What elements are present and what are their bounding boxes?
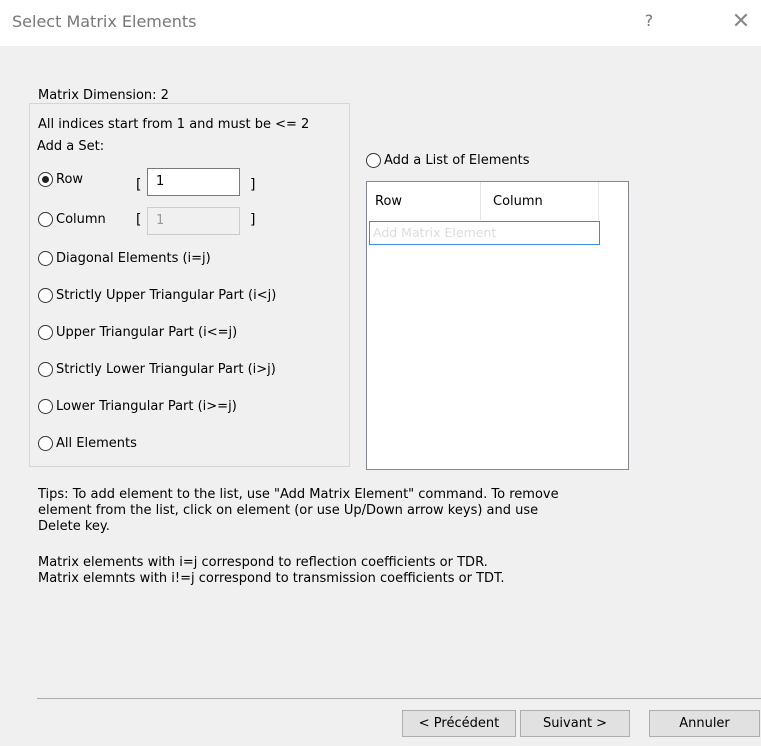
radio-strictly-lower-indicator [38,362,53,377]
tips-text: Tips: To add element to the list, use "A… [38,487,678,535]
window-title: Select Matrix Elements [12,12,197,31]
radio-lower[interactable]: Lower Triangular Part (i>=j) [38,399,237,414]
radio-diagonal[interactable]: Diagonal Elements (i=j) [38,251,211,266]
footer-divider [37,698,761,699]
back-button[interactable]: < Précédent [402,710,516,737]
add-matrix-element-row[interactable]: Add Matrix Element [369,221,600,245]
radio-lower-indicator [38,399,53,414]
radio-column-label: Column [56,212,106,227]
next-button[interactable]: Suivant > [520,710,630,737]
radio-row-indicator [38,172,53,187]
column-divider [480,182,481,220]
radio-upper[interactable]: Upper Triangular Part (i<=j) [38,325,237,340]
column-index-field[interactable]: 1 [147,207,240,235]
radio-add-list-indicator [366,153,381,168]
column-bracket-open: [ [136,212,142,228]
tips-line-3: Delete key. [38,519,110,534]
info-line-1: Matrix elements with i=j correspond to r… [38,555,488,570]
elements-list[interactable]: Row Column Add Matrix Element [366,181,629,470]
tips-line-2: element from the list, click on element … [38,503,539,518]
column-header-row[interactable]: Row [375,194,402,209]
row-bracket-close: ] [250,177,256,193]
radio-all-elements[interactable]: All Elements [38,436,137,451]
column-divider-end [598,182,599,220]
radio-column[interactable]: Column [38,212,106,227]
row-bracket-open: [ [136,177,142,193]
radio-add-list-label: Add a List of Elements [384,153,530,168]
radio-lower-label: Lower Triangular Part (i>=j) [56,399,237,414]
radio-all-elements-label: All Elements [56,436,137,451]
title-bar: Select Matrix Elements ? ✕ [0,0,761,46]
radio-diagonal-label: Diagonal Elements (i=j) [56,251,211,266]
radio-upper-label: Upper Triangular Part (i<=j) [56,325,238,340]
radio-strictly-upper-indicator [38,288,53,303]
add-set-title: Add a Set: [33,139,109,154]
radio-strictly-upper-label: Strictly Upper Triangular Part (i<j) [56,288,277,303]
radio-add-list[interactable]: Add a List of Elements [366,153,530,168]
radio-strictly-lower[interactable]: Strictly Lower Triangular Part (i>j) [38,362,276,377]
info-text: Matrix elements with i=j correspond to r… [38,555,678,587]
matrix-dimension-label: Matrix Dimension: 2 [38,88,169,103]
tips-line-1: Tips: To add element to the list, use "A… [38,487,559,502]
cancel-button[interactable]: Annuler [649,710,760,737]
radio-upper-indicator [38,325,53,340]
list-header: Row Column [367,182,599,220]
column-header-column[interactable]: Column [493,194,543,209]
radio-column-indicator [38,212,53,227]
radio-row-label: Row [56,172,84,187]
radio-diagonal-indicator [38,251,53,266]
close-icon[interactable]: ✕ [726,10,756,36]
row-index-field[interactable]: 1 [147,168,240,196]
radio-strictly-lower-label: Strictly Lower Triangular Part (i>j) [56,362,276,377]
help-button[interactable]: ? [638,9,660,33]
radio-all-elements-indicator [38,436,53,451]
radio-row[interactable]: Row [38,172,83,187]
info-line-2: Matrix elemnts with i!=j correspond to t… [38,571,505,586]
column-bracket-close: ] [250,212,256,228]
radio-strictly-upper[interactable]: Strictly Upper Triangular Part (i<j) [38,288,276,303]
